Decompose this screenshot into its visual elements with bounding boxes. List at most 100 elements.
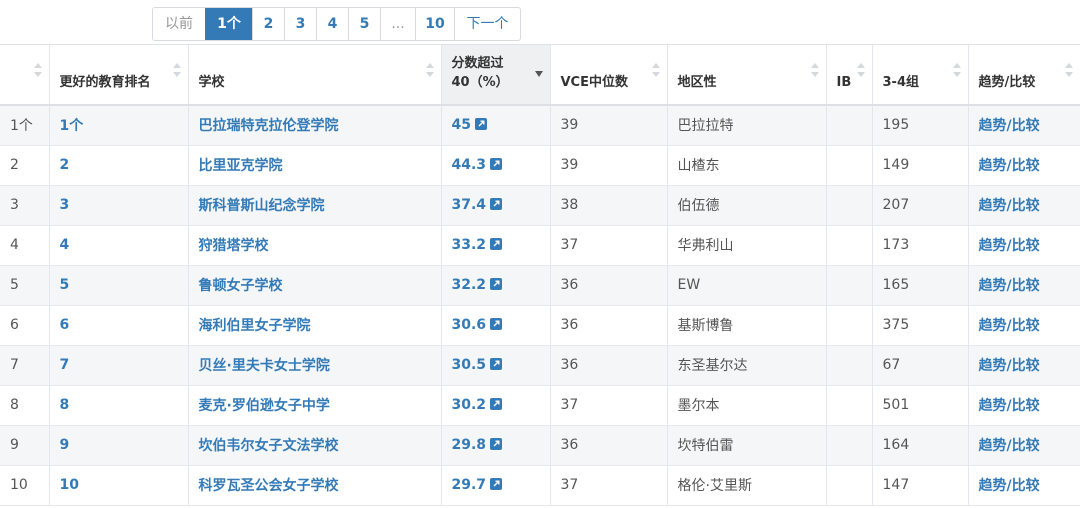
row-index: 9 [0,425,50,466]
pagination-page-5[interactable]: 5 [348,8,380,40]
unit-3-4-count: 147 [872,465,969,506]
rank-link[interactable]: 6 [49,305,189,346]
rank-link[interactable]: 5 [49,265,189,306]
header-ib[interactable]: IB [826,45,873,106]
school-link[interactable]: 麦克·罗伯逊女子中学 [188,385,442,426]
score-link[interactable]: 37.4 [452,197,487,213]
pagination-page-1[interactable]: 1个 [205,8,252,40]
rank-link[interactable]: 9 [49,425,189,466]
school-link[interactable]: 科罗瓦圣公会女子学校 [188,465,442,506]
rank-link[interactable]: 4 [49,225,189,266]
sort-icon [810,63,820,79]
school-link[interactable]: 鲁顿女子学校 [188,265,442,306]
trend-compare-link[interactable]: 趋势/比较 [968,265,1080,306]
unit-3-4-count: 67 [872,345,969,386]
score-cell: 29.8 [441,425,551,466]
header-vce-median[interactable]: VCE中位数 [550,45,668,106]
trend-compare-link[interactable]: 趋势/比较 [968,185,1080,226]
external-link-icon[interactable] [490,238,503,250]
sort-icon [425,63,435,79]
vce-median: 39 [550,105,668,146]
school-link[interactable]: 斯科普斯山纪念学院 [188,185,442,226]
sort-icon [172,63,182,79]
school-link[interactable]: 海利伯里女子学院 [188,305,442,346]
vce-median: 37 [550,385,668,426]
ib-value [826,105,873,146]
pagination-page-4[interactable]: 4 [316,8,348,40]
ib-value [826,185,873,226]
school-link[interactable]: 狩猎塔学校 [188,225,442,266]
score-link[interactable]: 33.2 [452,237,487,253]
locality: EW [667,265,827,306]
external-link-icon[interactable] [490,478,503,490]
trend-compare-link[interactable]: 趋势/比较 [968,425,1080,466]
rank-link[interactable]: 2 [49,145,189,186]
external-link-icon[interactable] [490,438,503,450]
unit-3-4-count: 195 [872,105,969,146]
trend-compare-link[interactable]: 趋势/比较 [968,345,1080,386]
score-cell: 30.5 [441,345,551,386]
score-link[interactable]: 45 [452,117,471,133]
table-row: 3 3 斯科普斯山纪念学院 37.4 38 伯伍德 207 趋势/比较 [0,185,1080,226]
sort-icon [33,63,43,79]
pagination-next-button[interactable]: 下一个 [454,8,520,40]
score-cell: 32.2 [441,265,551,306]
school-link[interactable]: 比里亚克学院 [188,145,442,186]
ib-value [826,305,873,346]
header-locality[interactable]: 地区性 [667,45,827,106]
sort-icon [1064,63,1074,79]
external-link-icon[interactable] [490,358,503,370]
score-link[interactable]: 29.7 [452,477,487,493]
pagination-bar: 以前 1个 2 3 4 5 ... 10 下一个 [0,0,1080,45]
pagination-prev-button[interactable]: 以前 [153,8,205,40]
vce-median: 37 [550,225,668,266]
trend-compare-link[interactable]: 趋势/比较 [968,105,1080,146]
table-row: 9 9 坎伯韦尔女子文法学校 29.8 36 坎特伯雷 164 趋势/比较 [0,425,1080,466]
vce-median: 36 [550,305,668,346]
school-link[interactable]: 贝丝·里夫卡女士学院 [188,345,442,386]
score-cell: 44.3 [441,145,551,186]
row-index: 7 [0,345,50,386]
header-unit-3-4[interactable]: 3-4组 [872,45,969,106]
rank-link[interactable]: 1个 [49,105,189,146]
header-score-over-40[interactable]: 分数超过 40（%） [441,45,551,106]
trend-compare-link[interactable]: 趋势/比较 [968,305,1080,346]
trend-compare-link[interactable]: 趋势/比较 [968,225,1080,266]
score-link[interactable]: 30.5 [452,357,487,373]
locality: 伯伍德 [667,185,827,226]
external-link-icon[interactable] [490,158,503,170]
pagination: 以前 1个 2 3 4 5 ... 10 下一个 [152,7,521,41]
header-school[interactable]: 学校 [188,45,442,106]
row-index: 10 [0,465,50,506]
header-trend-compare[interactable]: 趋势/比较 [968,45,1080,106]
pagination-ellipsis: ... [380,8,415,40]
rank-link[interactable]: 8 [49,385,189,426]
rank-link[interactable]: 3 [49,185,189,226]
rank-link[interactable]: 7 [49,345,189,386]
trend-compare-link[interactable]: 趋势/比较 [968,385,1080,426]
locality: 基斯博鲁 [667,305,827,346]
school-link[interactable]: 坎伯韦尔女子文法学校 [188,425,442,466]
score-link[interactable]: 32.2 [452,277,487,293]
header-better-education-rank[interactable]: 更好的教育排名 [49,45,189,106]
header-index[interactable] [0,45,50,106]
score-link[interactable]: 30.6 [452,317,487,333]
score-link[interactable]: 30.2 [452,397,487,413]
external-link-icon[interactable] [490,318,503,330]
school-link[interactable]: 巴拉瑞特克拉伦登学院 [188,105,442,146]
table-row: 5 5 鲁顿女子学校 32.2 36 EW 165 趋势/比较 [0,265,1080,306]
score-link[interactable]: 44.3 [452,157,487,173]
score-link[interactable]: 29.8 [452,437,487,453]
pagination-page-10[interactable]: 10 [415,8,454,40]
external-link-icon[interactable] [474,118,487,131]
locality: 东圣基尔达 [667,345,827,386]
trend-compare-link[interactable]: 趋势/比较 [968,145,1080,186]
pagination-page-3[interactable]: 3 [284,8,316,40]
external-link-icon[interactable] [490,198,503,210]
locality: 墨尔本 [667,385,827,426]
external-link-icon[interactable] [490,278,503,290]
rank-link[interactable]: 10 [49,465,189,506]
external-link-icon[interactable] [490,398,503,410]
trend-compare-link[interactable]: 趋势/比较 [968,465,1080,506]
pagination-page-2[interactable]: 2 [252,8,284,40]
